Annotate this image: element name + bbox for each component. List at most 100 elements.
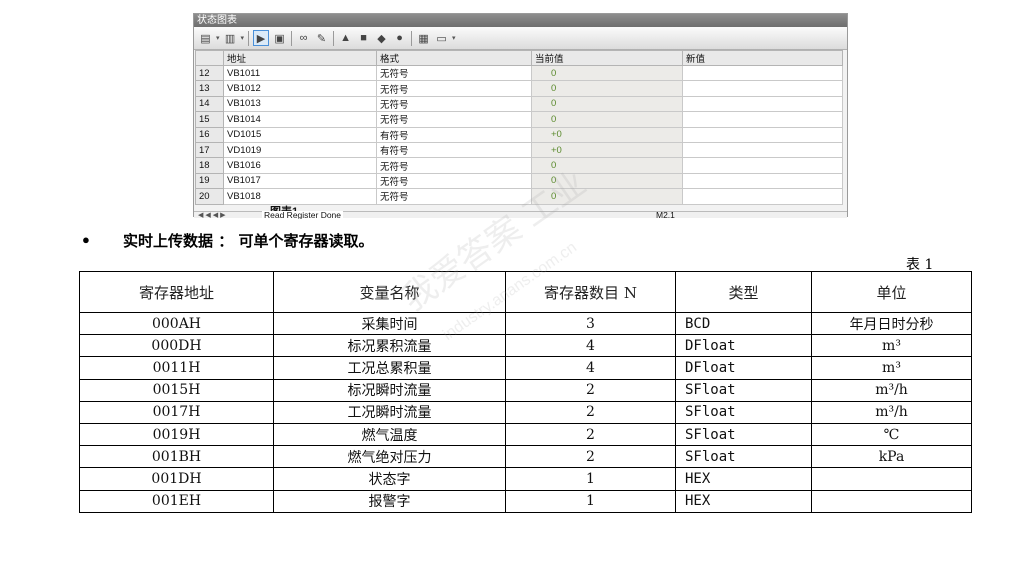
format-cell[interactable]: 有符号 — [376, 126, 532, 143]
current-value-cell: 0 — [531, 95, 683, 113]
grid-row[interactable]: 15 VB1014 无符号 0 — [195, 111, 843, 128]
address-cell[interactable]: VD1015 — [223, 126, 377, 143]
glasses-icon[interactable]: ∞ — [296, 31, 311, 46]
grid-row[interactable]: 18 VB1016 无符号 0 — [195, 157, 843, 174]
format-cell[interactable]: 无符号 — [376, 111, 532, 128]
address-cell[interactable]: VB1012 — [223, 80, 377, 97]
format-cell[interactable]: 无符号 — [376, 64, 532, 82]
current-value-cell: 0 — [531, 64, 683, 82]
grid-row[interactable]: 20 VB1018 无符号 0 — [195, 188, 843, 205]
delete-row-icon[interactable]: ▥ — [223, 31, 238, 46]
new-value-cell[interactable] — [682, 64, 843, 82]
format-cell[interactable]: 无符号 — [376, 157, 532, 174]
register-address-cell: 001BH — [79, 445, 274, 469]
insert-row-dropdown-icon[interactable]: ▾ — [216, 34, 220, 42]
address-cell[interactable]: VD1019 — [223, 141, 377, 159]
header-register-address: 寄存器地址 — [79, 271, 274, 313]
new-value-cell[interactable] — [682, 95, 843, 113]
address-cell[interactable]: VB1014 — [223, 111, 377, 128]
new-value-cell[interactable] — [682, 111, 843, 128]
register-table-row: 001EH 报警字 1 HEX — [79, 489, 972, 513]
new-value-cell[interactable] — [682, 141, 843, 159]
register-address-cell: 000DH — [79, 334, 274, 358]
new-value-cell[interactable] — [682, 80, 843, 97]
new-value-cell[interactable] — [682, 157, 843, 174]
header-type: 类型 — [675, 271, 812, 313]
window-title: 状态图表 — [194, 14, 847, 27]
unit-cell: kPa — [811, 445, 972, 469]
address-cell[interactable]: VB1013 — [223, 95, 377, 113]
format-cell[interactable]: 无符号 — [376, 95, 532, 113]
type-cell: SFloat — [675, 400, 812, 424]
unforce-icon[interactable]: ◆ — [374, 31, 389, 46]
variable-name-cell: 燃气温度 — [273, 422, 506, 447]
header-variable-name: 变量名称 — [273, 271, 506, 313]
format-cell[interactable]: 有符号 — [376, 141, 532, 159]
format-cell[interactable]: 无符号 — [376, 80, 532, 97]
current-value-cell: +0 — [531, 141, 683, 159]
format-cell[interactable]: 无符号 — [376, 172, 532, 190]
row-number: 16 — [195, 126, 224, 143]
register-count-cell: 2 — [505, 378, 676, 402]
row-number: 15 — [195, 111, 224, 128]
pause-icon[interactable]: ▣ — [272, 31, 287, 46]
register-count-cell: 4 — [505, 334, 676, 358]
register-count-cell: 2 — [505, 445, 676, 469]
column-header-current-value[interactable]: 当前值 — [531, 50, 683, 66]
register-count-cell: 1 — [505, 467, 676, 491]
unit-cell: m³ — [811, 356, 972, 380]
comment-dropdown-icon[interactable]: ▾ — [452, 34, 456, 42]
column-header-format[interactable]: 格式 — [376, 50, 532, 66]
start-monitor-icon[interactable]: ▶ — [253, 30, 270, 46]
grid-row[interactable]: 19 VB1017 无符号 0 — [195, 172, 843, 190]
grid-row[interactable]: 13 VB1012 无符号 0 — [195, 80, 843, 97]
read-all-icon[interactable]: ● — [392, 31, 407, 46]
lock-icon[interactable]: ▲ — [338, 31, 353, 46]
unit-cell: ℃ — [811, 422, 972, 447]
row-number: 19 — [195, 172, 224, 190]
variable-name-cell: 采集时间 — [273, 311, 506, 336]
register-table-row: 0019H 燃气温度 2 SFloat ℃ — [79, 422, 972, 447]
grid-row[interactable]: 17 VD1019 有符号 +0 — [195, 141, 843, 159]
delete-row-dropdown-icon[interactable]: ▾ — [241, 34, 245, 42]
unit-cell: m³/h — [811, 400, 972, 424]
type-cell: HEX — [675, 489, 812, 513]
status-right-text: M2.1 — [656, 211, 675, 219]
row-number: 12 — [195, 64, 224, 82]
insert-row-icon[interactable]: ▤ — [198, 31, 213, 46]
variable-name-cell: 标况累积流量 — [273, 334, 506, 358]
variable-name-cell: 报警字 — [273, 489, 506, 513]
toolbar: ▤ ▾ ▥ ▾ ▶ ▣ ∞ ✎ ▲ ■ ◆ ● ▦ ▭ ▾ — [194, 27, 847, 50]
column-header-address[interactable]: 地址 — [223, 50, 377, 66]
address-cell[interactable]: VB1011 — [223, 64, 377, 82]
force-icon[interactable]: ■ — [356, 31, 371, 46]
sheet-nav-arrows-icon[interactable]: ◀◀◀▶ — [198, 211, 228, 219]
address-cell[interactable]: VB1017 — [223, 172, 377, 190]
grid-row[interactable]: 14 VB1013 无符号 0 — [195, 95, 843, 113]
address-cell[interactable]: VB1016 — [223, 157, 377, 174]
type-cell: BCD — [675, 311, 812, 336]
unit-cell: 年月日时分秒 — [811, 311, 972, 336]
chart-icon[interactable]: ▦ — [416, 31, 431, 46]
new-value-cell[interactable] — [682, 188, 843, 205]
section-heading: 实时上传数据 ： 可单个寄存器读取。 — [123, 232, 374, 250]
status-chart-window: 状态图表 ▤ ▾ ▥ ▾ ▶ ▣ ∞ ✎ ▲ ■ ◆ ● ▦ ▭ ▾ 地址 格式… — [193, 13, 848, 219]
register-count-cell: 2 — [505, 422, 676, 447]
grid-row[interactable]: 12 VB1011 无符号 0 — [195, 64, 843, 82]
address-cell[interactable]: VB1018 — [223, 188, 377, 205]
pencil-icon[interactable]: ✎ — [314, 31, 329, 46]
current-value-cell: +0 — [531, 126, 683, 143]
register-table-header-row: 寄存器地址 变量名称 寄存器数目 N 类型 单位 — [79, 271, 972, 313]
status-chart-grid: 地址 格式 当前值 新值 12 VB1011 无符号 0 13 VB1012 无符号 0 14 V… — [195, 50, 843, 205]
new-value-cell[interactable] — [682, 172, 843, 190]
comment-icon[interactable]: ▭ — [434, 31, 449, 46]
grid-row[interactable]: 16 VD1015 有符号 +0 — [195, 126, 843, 143]
row-number: 18 — [195, 157, 224, 174]
register-address-cell: 0017H — [79, 400, 274, 424]
format-cell[interactable]: 无符号 — [376, 188, 532, 205]
register-table-row: 000AH 采集时间 3 BCD 年月日时分秒 — [79, 311, 972, 336]
column-header-new-value[interactable]: 新值 — [682, 50, 843, 66]
toolbar-separator — [333, 30, 335, 46]
new-value-cell[interactable] — [682, 126, 843, 143]
variable-name-cell: 状态字 — [273, 467, 506, 491]
